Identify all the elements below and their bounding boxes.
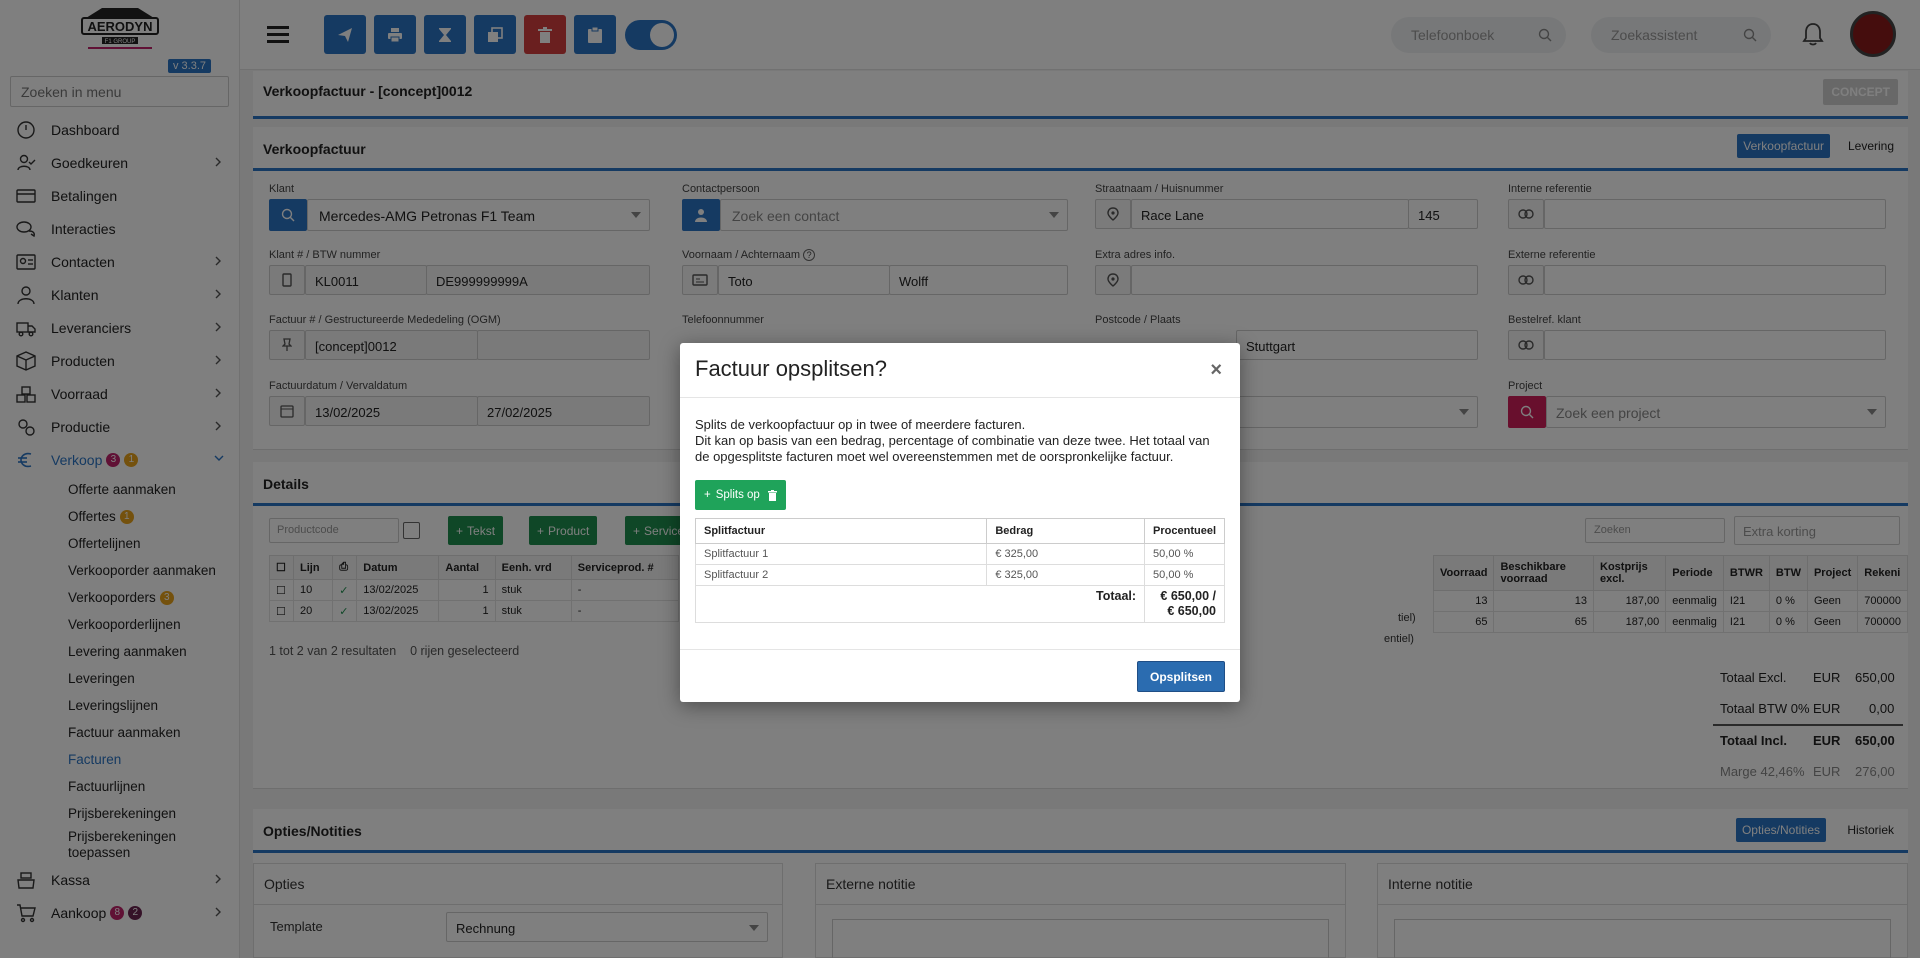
split-button-label: Splits op [715,489,760,501]
split-button[interactable]: + Splits op [695,480,786,510]
split-table: Splitfactuur Bedrag Procentueel Splitfac… [694,518,1225,623]
split-total-value: € 650,00 / € 650,00 [1144,585,1225,623]
close-icon[interactable]: × [1210,359,1222,382]
split-name[interactable]: Splitfactuur 2 [694,564,988,586]
dialog-line-1: Splits de verkoopfactuur op in twee of m… [695,417,1026,432]
split-header-row: Splitfactuur Bedrag Procentueel [694,518,1225,544]
split-procent[interactable]: 50,00 % [1144,543,1225,565]
trash-icon [767,489,777,501]
dialog-title: Factuur opsplitsen? [680,343,1240,398]
dialog-line-2: Dit kan op basis van een bedrag, percent… [695,433,1210,464]
col-splitfactuur: Splitfactuur [694,518,988,544]
split-total-row: Totaal: € 650,00 / € 650,00 [694,585,1225,623]
plus-icon: + [704,489,711,501]
split-invoice-dialog: Factuur opsplitsen? × Splits de verkoopf… [680,343,1240,702]
split-name[interactable]: Splitfactuur 1 [694,543,988,565]
split-bedrag[interactable]: € 325,00 [986,564,1146,586]
col-bedrag: Bedrag [986,518,1146,544]
dialog-footer: Opsplitsen [680,649,1240,702]
opsplitsen-button[interactable]: Opsplitsen [1136,661,1225,692]
app-root: AERODYN F1 GROUP v 3.3.7 Dashboard Goedk… [0,0,1920,958]
split-row[interactable]: Splitfactuur 2 € 325,00 50,00 % [694,564,1225,586]
split-bedrag[interactable]: € 325,00 [986,543,1146,565]
col-procentueel: Procentueel [1144,518,1225,544]
split-total-label: Totaal: [694,585,1146,623]
split-procent[interactable]: 50,00 % [1144,564,1225,586]
dialog-description: Splits de verkoopfactuur op in twee of m… [695,417,1225,465]
split-row[interactable]: Splitfactuur 1 € 325,00 50,00 % [694,543,1225,565]
